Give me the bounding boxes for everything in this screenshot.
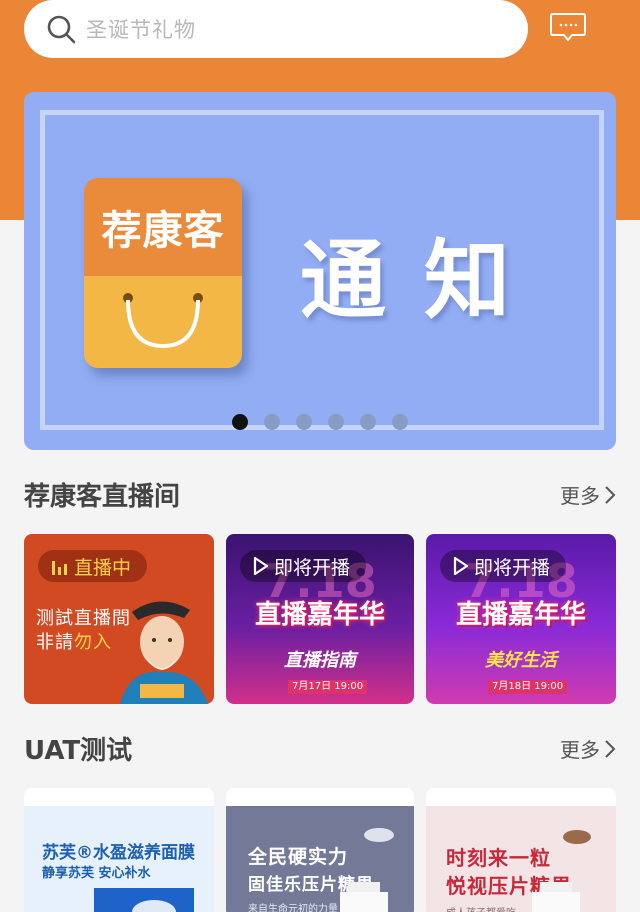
search-icon: [47, 15, 76, 44]
tablet-icon: [563, 830, 591, 844]
more-label: 更多: [560, 484, 600, 508]
search-bar[interactable]: 圣诞节礼物: [24, 0, 528, 58]
carousel-dot[interactable]: [392, 414, 408, 430]
product-image: 时刻来一粒 悦视压片糖果 成人孩子都爱吃: [426, 806, 616, 912]
live-status-badge: 即将开播: [440, 550, 567, 582]
carnival-date: 7月17日 19:00: [288, 680, 368, 694]
product-line2: 静享苏芙 安心补水: [42, 866, 151, 881]
product-line3: 成人孩子都爱吃: [446, 904, 516, 912]
live-status-text: 直播中: [74, 556, 132, 579]
carnival-title: 直播嘉年华: [254, 600, 385, 630]
chevron-right-icon: [605, 739, 616, 758]
uat-more-link[interactable]: 更多: [560, 734, 616, 763]
live-status-badge: 即将开播: [240, 550, 367, 582]
product-card[interactable]: 全民硬实力 固佳乐压片糖果 来自生命元初的力量: [226, 788, 414, 912]
bottle-icon: [532, 882, 580, 912]
more-label: 更多: [560, 738, 600, 762]
line2-prefix: 非請: [36, 632, 74, 653]
carousel-dot[interactable]: [296, 414, 312, 430]
product-image: 全民硬实力 固佳乐压片糖果 来自生命元初的力量: [226, 806, 414, 912]
live-section-title: 荐康客直播间: [24, 482, 181, 512]
bottle-icon: [340, 882, 388, 912]
live-card[interactable]: 直播中 测試直播間 非請勿入: [24, 534, 214, 704]
logo-text: 荐康客: [84, 178, 242, 276]
tablet-icon: [364, 828, 394, 842]
carnival-subtitle: 美好生活: [485, 650, 557, 671]
carnival-subtitle: 直播指南: [284, 650, 356, 671]
banner-notice-text: 通知: [300, 231, 548, 331]
carousel-dot[interactable]: [328, 414, 344, 430]
live-status-badge: 直播中: [38, 550, 148, 582]
play-icon: [453, 556, 469, 576]
live-card[interactable]: 7.18 即将开播 直播嘉年华 美好生活 7月18日 19:00: [426, 534, 616, 704]
product-line1: 全民硬实力: [248, 846, 349, 868]
line2-highlight: 勿入: [74, 632, 112, 653]
product-card[interactable]: 时刻来一粒 悦视压片糖果 成人孩子都爱吃: [426, 788, 616, 912]
banner-carousel[interactable]: 荐康客 通知: [24, 92, 616, 450]
uat-section-title: UAT测试: [24, 736, 133, 766]
live-status-text: 即将开播: [474, 556, 551, 579]
brand-logo: 荐康客: [84, 178, 242, 368]
live-bars-icon: [52, 561, 67, 575]
product-line1: 时刻来一粒: [446, 846, 551, 870]
chevron-right-icon: [605, 485, 616, 504]
product-card[interactable]: 苏芙®水盈滋养面膜 静享苏芙 安心补水: [24, 788, 214, 912]
live-more-link[interactable]: 更多: [560, 480, 616, 509]
live-status-text: 即将开播: [274, 556, 351, 579]
message-icon[interactable]: [550, 12, 586, 42]
carousel-dot[interactable]: [232, 414, 248, 430]
smile-icon: [123, 293, 203, 349]
live-card-line2: 非請勿入: [36, 628, 112, 654]
play-icon: [253, 556, 269, 576]
carousel-dots[interactable]: [232, 414, 408, 430]
carousel-dot[interactable]: [360, 414, 376, 430]
search-placeholder: 圣诞节礼物: [86, 18, 196, 42]
mask-package-icon: [94, 888, 194, 912]
emperor-illustration: [120, 601, 208, 704]
carnival-title: 直播嘉年华: [455, 600, 586, 630]
product-image: 苏芙®水盈滋养面膜 静享苏芙 安心补水: [24, 806, 214, 912]
product-line1: 苏芙®水盈滋养面膜: [42, 843, 195, 863]
carousel-dot[interactable]: [264, 414, 280, 430]
live-card[interactable]: 7.18 即将开播 直播嘉年华 直播指南 7月17日 19:00: [226, 534, 414, 704]
carnival-date: 7月18日 19:00: [488, 680, 568, 694]
product-line3: 来自生命元初的力量: [248, 904, 338, 912]
